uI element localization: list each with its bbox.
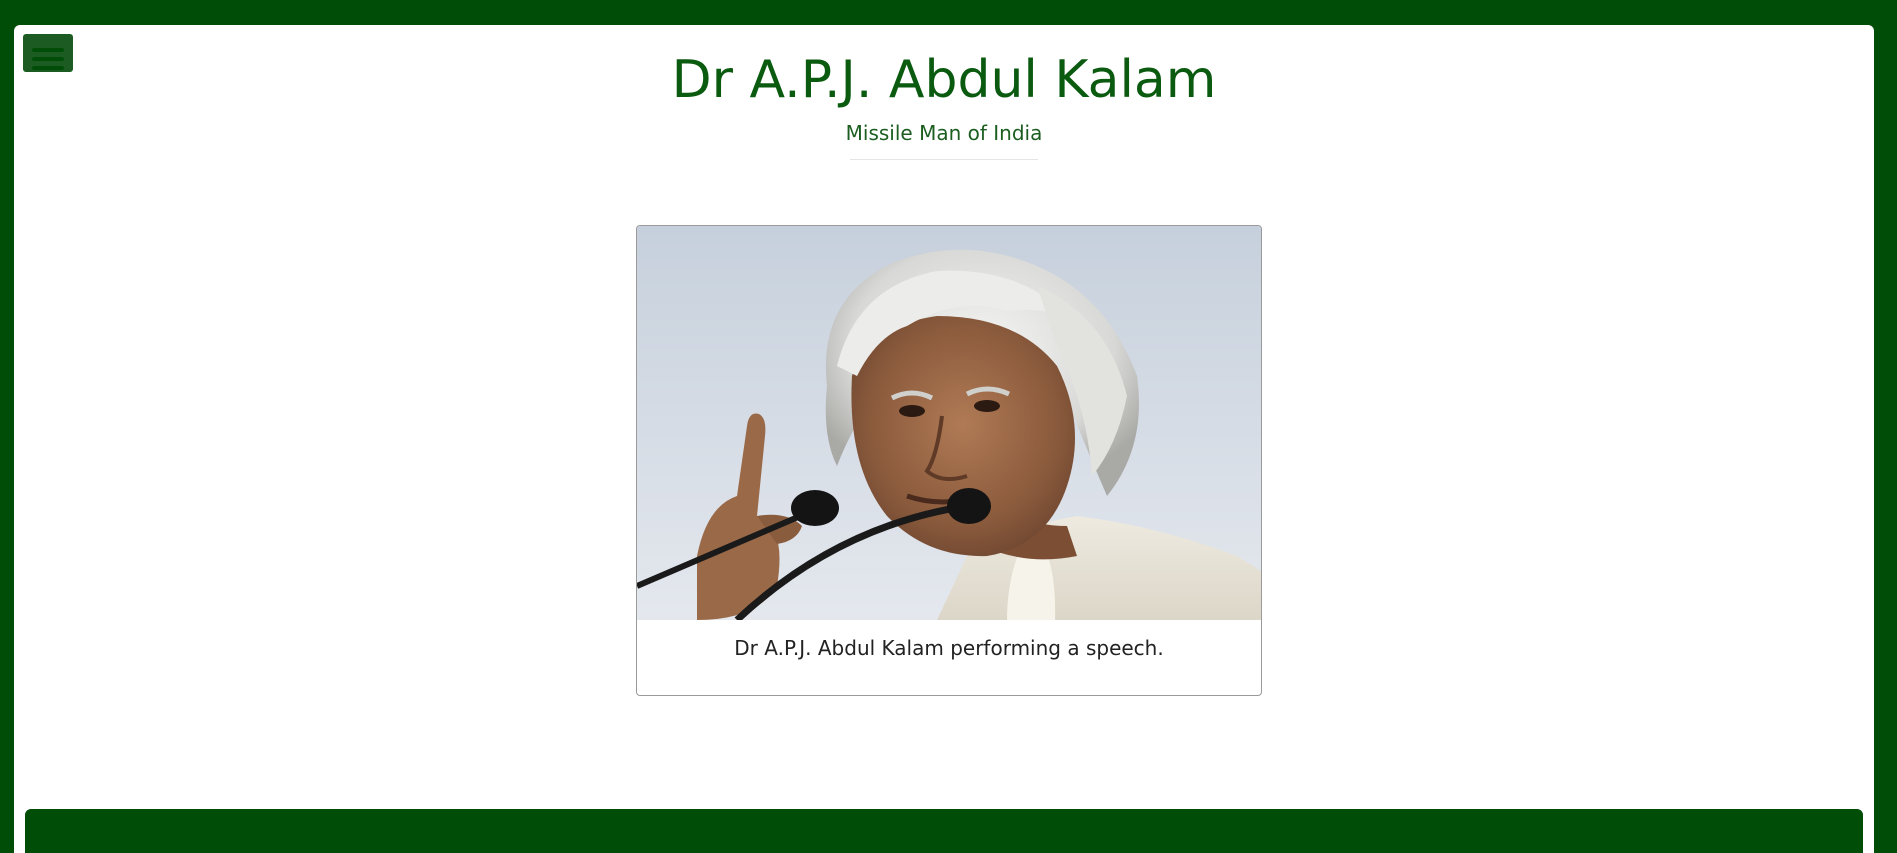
- page-title: Dr A.P.J. Abdul Kalam: [671, 50, 1217, 110]
- header-divider: [850, 159, 1038, 160]
- portrait-figure: Dr A.P.J. Abdul Kalam performing a speec…: [636, 225, 1262, 696]
- page-header: Dr A.P.J. Abdul Kalam Missile Man of Ind…: [14, 25, 1874, 160]
- portrait-caption: Dr A.P.J. Abdul Kalam performing a speec…: [734, 636, 1164, 660]
- portrait-image: [637, 226, 1261, 620]
- page-subtitle: Missile Man of India: [845, 121, 1043, 145]
- page-frame: Dr A.P.J. Abdul Kalam Missile Man of Ind…: [14, 25, 1874, 853]
- content-banner: [25, 809, 1863, 853]
